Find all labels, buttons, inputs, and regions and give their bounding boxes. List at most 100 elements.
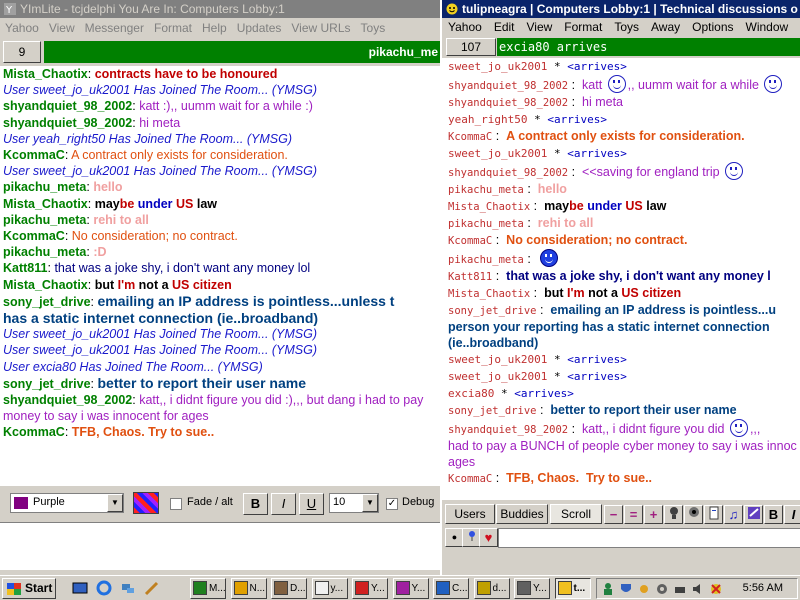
chat-title-bar[interactable]: tulipneagra | Computers Lobby:1 | Techni… [442, 0, 800, 18]
chat-username[interactable]: Mista_Chaotix [448, 288, 530, 300]
chat-username[interactable]: pikachu_meta [448, 218, 524, 230]
chat-username[interactable]: pikachu_meta [448, 254, 524, 266]
chat-username[interactable]: shyandquiet_98_2002 [3, 116, 132, 130]
chat-username[interactable]: shyandquiet_98_2002 [448, 97, 568, 109]
palette-button[interactable] [133, 492, 159, 514]
equals-icon[interactable]: = [624, 505, 643, 524]
user-count[interactable]: 107 [446, 38, 496, 56]
tab-scroll[interactable]: Scroll [550, 504, 602, 524]
menu-view[interactable]: View [44, 18, 80, 38]
start-button[interactable]: Start [2, 578, 56, 599]
menu-options[interactable]: Options [686, 18, 739, 36]
chat-username[interactable]: Mista_Chaotix [3, 67, 88, 81]
chevron-down-icon[interactable]: ▼ [107, 494, 123, 512]
chat-username[interactable]: Mista_Chaotix [3, 197, 88, 211]
menu-view-urls[interactable]: View URLs [286, 18, 355, 38]
italic-button[interactable]: I [271, 493, 296, 515]
chat-username[interactable]: sony_jet_drive [3, 377, 91, 391]
chat-username[interactable]: shyandquiet_98_2002 [448, 167, 568, 179]
font-size-select[interactable]: 10 ▼ [329, 493, 379, 513]
menu-help[interactable]: Help [794, 18, 800, 36]
chat-username[interactable]: sony_jet_drive [448, 405, 537, 417]
minus-icon[interactable]: − [604, 505, 623, 524]
chat-username[interactable]: pikachu_meta [3, 213, 86, 227]
chat-username[interactable]: KcommaC [3, 229, 65, 243]
chat-username[interactable]: shyandquiet_98_2002 [3, 99, 132, 113]
menu-format[interactable]: Format [149, 18, 197, 38]
taskbar-button[interactable]: t... [554, 578, 591, 599]
chat-username[interactable]: Mista_Chaotix [3, 278, 88, 292]
chat-username[interactable]: shyandquiet_98_2002 [448, 424, 568, 436]
tab-buddies[interactable]: Buddies [496, 504, 548, 524]
color-select[interactable]: Purple ▼ [10, 493, 124, 513]
menu-window[interactable]: Window [740, 18, 795, 36]
debug-checkbox[interactable]: ✓ [386, 498, 398, 510]
chat-username[interactable]: KcommaC [448, 131, 492, 143]
wand-icon[interactable] [144, 580, 160, 596]
chevron-down-icon[interactable]: ▼ [362, 494, 378, 512]
messenger-icon[interactable] [601, 582, 615, 596]
shield-icon[interactable] [619, 582, 633, 596]
chat-log[interactable]: sweet_jo_uk2001 * <arrives> shyandquiet_9… [442, 58, 800, 500]
menu-view[interactable]: View [521, 18, 559, 36]
menu-yahoo[interactable]: Yahoo [0, 18, 44, 38]
internet-explorer-icon[interactable] [96, 580, 112, 596]
chat-username[interactable]: sony_jet_drive [448, 305, 537, 317]
chat-username[interactable]: KcommaC [3, 425, 65, 439]
taskbar-button[interactable]: C... [433, 578, 469, 599]
sun-icon[interactable] [637, 582, 651, 596]
chat-username[interactable]: KcommaC [3, 148, 65, 162]
clock[interactable]: 5:56 AM [743, 582, 783, 594]
network-icon[interactable] [120, 580, 136, 596]
plus-icon[interactable]: + [644, 505, 663, 524]
chat-username[interactable]: Katt811 [448, 271, 492, 283]
taskbar-button[interactable]: N... [230, 578, 267, 599]
chat-username[interactable]: Katt811 [3, 261, 47, 275]
underline-button[interactable]: U [299, 493, 324, 515]
style-icon[interactable] [744, 505, 763, 524]
heart-icon[interactable]: ♥ [479, 528, 498, 547]
user-count[interactable]: 9 [3, 41, 41, 63]
menu-away[interactable]: Away [645, 18, 686, 36]
menu-messenger[interactable]: Messenger [80, 18, 149, 38]
chat-username[interactable]: Mista_Chaotix [448, 201, 530, 213]
show-desktop-icon[interactable] [72, 580, 88, 596]
fade-checkbox[interactable] [170, 498, 182, 510]
taskbar-button[interactable]: Y... [392, 578, 429, 599]
menu-toys[interactable]: Toys [356, 18, 391, 38]
taskbar-button[interactable]: d... [473, 578, 510, 599]
chat-log[interactable]: Mista_Chaotix: contracts have to be hono… [0, 66, 440, 486]
file-icon[interactable] [704, 505, 723, 524]
chat-username[interactable]: sony_jet_drive [3, 295, 91, 309]
chat-username[interactable]: pikachu_meta [448, 184, 524, 196]
bold-button[interactable]: B [764, 505, 783, 524]
chat-username[interactable]: KcommaC [448, 473, 492, 485]
webcam-icon[interactable] [684, 505, 703, 524]
chat-username[interactable]: KcommaC [448, 235, 492, 247]
bold-button[interactable]: B [243, 493, 268, 515]
volume-icon[interactable] [691, 582, 705, 596]
menu-help[interactable]: Help [197, 18, 232, 38]
chat-username[interactable]: pikachu_meta [3, 180, 86, 194]
printer-icon[interactable] [673, 582, 687, 596]
menu-toys[interactable]: Toys [608, 18, 645, 36]
taskbar-button[interactable]: y... [311, 578, 348, 599]
voice-icon[interactable] [664, 505, 683, 524]
messenger-status-icon[interactable] [709, 582, 723, 596]
menu-format[interactable]: Format [558, 18, 608, 36]
taskbar-button[interactable]: Y... [514, 578, 550, 599]
gear-icon[interactable] [655, 582, 669, 596]
music-icon[interactable]: ♫ [724, 505, 743, 524]
chat-username[interactable]: shyandquiet_98_2002 [448, 80, 568, 92]
italic-button[interactable]: I [784, 505, 800, 524]
tab-users[interactable]: Users [445, 504, 495, 524]
chat-username[interactable]: shyandquiet_98_2002 [3, 393, 132, 407]
message-input[interactable] [498, 528, 800, 548]
taskbar-button[interactable]: M... [190, 578, 226, 599]
menu-updates[interactable]: Updates [232, 18, 287, 38]
menu-yahoo[interactable]: Yahoo [442, 18, 488, 36]
taskbar-button[interactable]: Y... [352, 578, 388, 599]
chat-username[interactable]: pikachu_meta [3, 245, 86, 259]
menu-edit[interactable]: Edit [488, 18, 521, 36]
taskbar-button[interactable]: D... [271, 578, 307, 599]
